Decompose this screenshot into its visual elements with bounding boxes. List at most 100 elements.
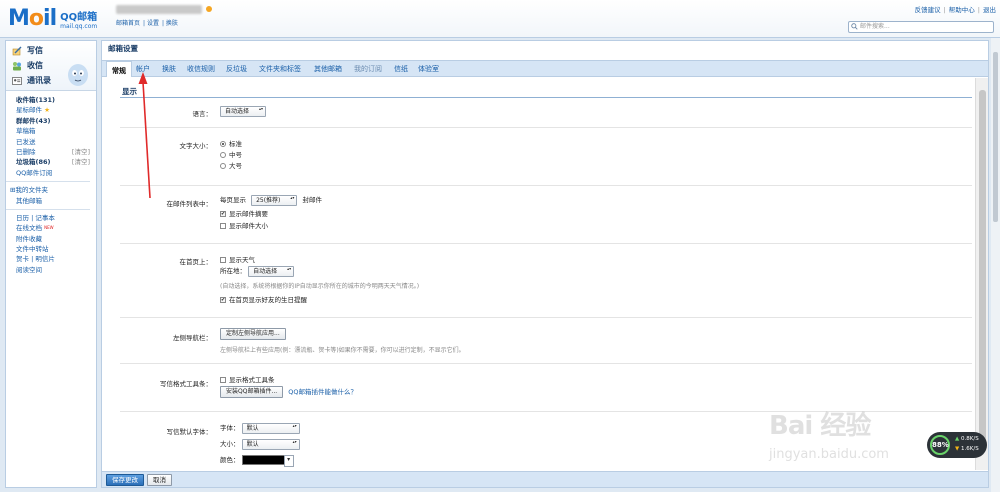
- user-status-icon: [206, 6, 212, 12]
- row-left-nav: 左侧导航栏： 定制左侧导航应用... 左侧导航栏上有些应用(例：漂流瓶、贺卡等)…: [120, 318, 972, 364]
- folder-sent[interactable]: 已发送: [16, 137, 96, 147]
- tab-general[interactable]: 常规: [106, 61, 132, 77]
- cancel-button[interactable]: 取消: [147, 474, 172, 486]
- download-speed: 1.6K/S: [960, 446, 979, 452]
- weather-note: (自动选择，系统将根据你的IP自动显示你所在的城市的今明两天天气情况。): [220, 283, 420, 290]
- font-color-picker[interactable]: [241, 455, 294, 467]
- user-block: 邮箱首页 | 设置 | 换肤: [116, 5, 212, 27]
- folder-group-mail[interactable]: 群邮件(43): [16, 116, 96, 126]
- default-font-label: 写信默认字体：: [166, 428, 213, 436]
- clear-deleted-link[interactable]: [清空]: [72, 147, 90, 157]
- left-nav-label: 左侧导航栏：: [173, 334, 212, 342]
- mail-list-label: 在邮件列表中：: [166, 200, 213, 208]
- pen-icon: [12, 46, 22, 55]
- tab-other-mailboxes[interactable]: 其他邮箱: [314, 64, 342, 74]
- birthday-reminder-checkbox[interactable]: [220, 297, 226, 303]
- location-select[interactable]: 自动选择: [248, 265, 295, 277]
- watermark-brand: Bai 经验: [769, 411, 871, 441]
- new-badge: NEW: [44, 225, 54, 231]
- logo-name: QQ邮箱: [60, 12, 98, 23]
- language-select[interactable]: 自动选择: [220, 106, 267, 117]
- file-transfer-link[interactable]: 文件中转站: [16, 244, 96, 254]
- clear-spam-link[interactable]: [清空]: [72, 157, 90, 167]
- row-language: 语言： 自动选择: [120, 98, 972, 128]
- row-home-page: 在首页上： 显示天气 所在地： 自动选择 (自动选择，系统将根据你的IP自动显示…: [120, 244, 972, 318]
- net-speed-widget[interactable]: 88% ▲ 0.8K/S ▼ 1.6K/S: [927, 432, 987, 458]
- language-label: 语言：: [192, 110, 213, 118]
- link-help[interactable]: 帮助中心: [949, 6, 975, 14]
- quick-actions: 写信 收信 通讯录: [6, 41, 96, 91]
- page-scrollbar-thumb[interactable]: [993, 52, 998, 222]
- mascot-icon: [68, 64, 88, 86]
- cpu-percent: 88%: [930, 435, 950, 455]
- calendar-notes-link[interactable]: 日历 | 记事本: [16, 213, 96, 223]
- attachment-favorites-link[interactable]: 附件收藏: [16, 234, 96, 244]
- compose-button[interactable]: 写信: [12, 43, 90, 58]
- divider: [6, 208, 90, 210]
- mail-search-input[interactable]: 邮件搜索...: [848, 21, 994, 33]
- show-format-toolbar-checkbox[interactable]: [220, 377, 226, 383]
- logo-mark: Moil: [8, 6, 57, 31]
- upload-speed: 0.8K/S: [960, 436, 979, 442]
- font-size-medium-radio[interactable]: [220, 152, 226, 158]
- tab-anti-spam[interactable]: 反垃圾: [226, 64, 247, 74]
- tab-skin[interactable]: 换肤: [162, 64, 176, 74]
- tab-stationery[interactable]: 信纸: [394, 64, 408, 74]
- baidu-watermark: Bai 经验 jingyan.baidu.com: [765, 405, 945, 475]
- tab-lab[interactable]: 体验室: [418, 64, 439, 74]
- left-nav-note: 左侧导航栏上有些应用(例：漂流瓶、贺卡等)如果你不需要，你可以进行定制，不显示它…: [220, 347, 465, 354]
- folder-deleted[interactable]: 已删除 [清空]: [16, 147, 96, 157]
- folder-list: 收件箱(131) 星标邮件 ★ 群邮件(43) 草稿箱 已发送 已删除 [清空] …: [6, 91, 96, 275]
- page-scrollbar[interactable]: [991, 38, 1000, 492]
- search-placeholder: 邮件搜索...: [860, 23, 890, 30]
- font-size-large-radio[interactable]: [220, 163, 226, 169]
- font-size-select[interactable]: 默认: [241, 438, 300, 450]
- top-links: 反馈建议 | 帮助中心 | 退出: [914, 6, 996, 14]
- logo-domain: mail.qq.com: [60, 23, 98, 30]
- row-mail-list: 在邮件列表中： 每页显示 25(推荐) 封邮件 显示邮件摘要 显示邮件大小: [120, 186, 972, 244]
- tab-my-subscriptions[interactable]: 我的订阅: [354, 64, 382, 74]
- sidebar: 写信 收信 通讯录 收件箱(131) 星标邮件 ★ 群邮件(43) 草稿箱 已发…: [5, 40, 97, 488]
- per-page-select[interactable]: 25(推荐): [251, 194, 298, 206]
- folder-starred[interactable]: 星标邮件 ★: [16, 105, 96, 115]
- install-plugin-button[interactable]: 安装QQ邮箱插件...: [220, 386, 284, 398]
- link-settings[interactable]: 设置: [147, 20, 159, 27]
- tab-account[interactable]: 帐户: [136, 64, 150, 74]
- cards-postcards-link[interactable]: 贺卡 | 明信片: [16, 254, 96, 264]
- scrollbar-thumb[interactable]: [979, 90, 986, 450]
- other-mailboxes-link[interactable]: 其他邮箱: [16, 196, 96, 206]
- font-family-select[interactable]: 默认: [241, 422, 300, 434]
- link-skin[interactable]: 换肤: [166, 20, 178, 27]
- format-toolbar-label: 写信格式工具条：: [160, 380, 212, 388]
- tab-mail-rules[interactable]: 收信规则: [187, 64, 215, 74]
- tab-folders-labels[interactable]: 文件夹和标签: [259, 64, 301, 74]
- plugin-info-link[interactable]: QQ邮箱插件能做什么？: [288, 388, 357, 396]
- content-scrollbar[interactable]: [975, 78, 988, 470]
- font-size-standard-radio[interactable]: [220, 141, 226, 147]
- folder-spam[interactable]: 垃圾箱(86) [清空]: [16, 157, 96, 167]
- download-arrow-icon: ▼: [955, 446, 960, 452]
- qq-mail-logo[interactable]: Moil QQ邮箱 mail.qq.com: [8, 6, 98, 31]
- divider: [6, 181, 90, 183]
- watermark-url: jingyan.baidu.com: [769, 447, 889, 462]
- my-folders-toggle[interactable]: ⊞我的文件夹: [10, 185, 96, 195]
- home-page-label: 在首页上：: [179, 258, 213, 266]
- folder-inbox[interactable]: 收件箱(131): [16, 95, 96, 105]
- link-logout[interactable]: 退出: [983, 6, 996, 14]
- link-mail-home[interactable]: 邮箱首页: [116, 20, 140, 27]
- folder-subscriptions[interactable]: QQ邮件订阅: [16, 168, 96, 178]
- show-weather-checkbox[interactable]: [220, 257, 226, 263]
- upload-arrow-icon: ▲: [955, 436, 960, 442]
- show-size-checkbox[interactable]: [220, 223, 226, 229]
- folder-drafts[interactable]: 草稿箱: [16, 126, 96, 136]
- save-button[interactable]: 保存更改: [106, 474, 144, 486]
- reading-space-link[interactable]: 阅读空间: [16, 265, 96, 275]
- online-docs-link[interactable]: 在线文档 NEW: [16, 223, 96, 233]
- page-title: 邮箱设置: [108, 44, 138, 53]
- font-size-label: 文字大小：: [179, 142, 213, 150]
- row-font-size: 文字大小： 标准 中号 大号: [120, 128, 972, 186]
- settings-tabs: 常规 帐户 换肤 收信规则 反垃圾 文件夹和标签 其他邮箱 我的订阅 信纸 体验…: [102, 60, 988, 77]
- show-summary-checkbox[interactable]: [220, 211, 226, 217]
- link-feedback[interactable]: 反馈建议: [915, 6, 941, 14]
- customize-left-nav-button[interactable]: 定制左侧导航应用...: [220, 328, 286, 340]
